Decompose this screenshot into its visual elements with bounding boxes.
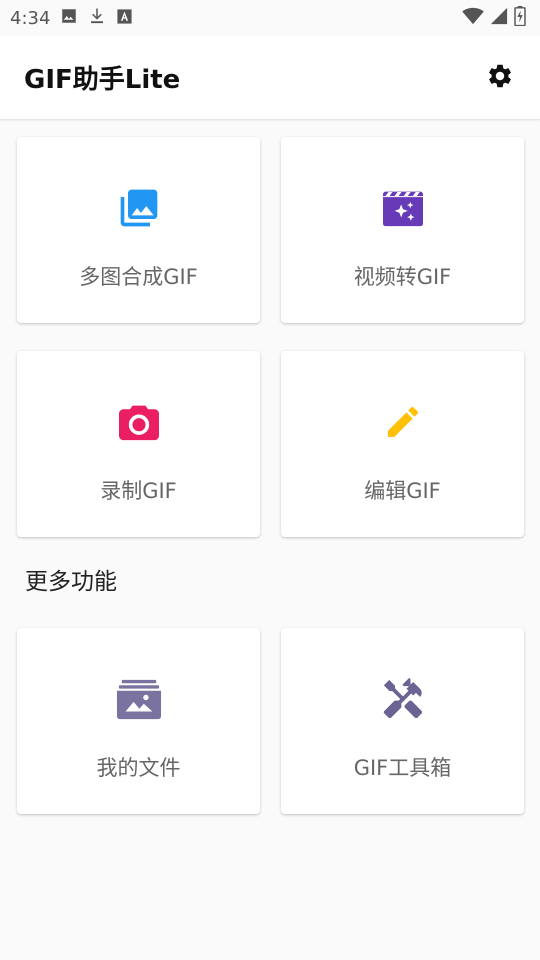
card-label: GIF工具箱 [353,756,452,780]
card-multi-image-gif[interactable]: 多图合成GIF [17,137,260,323]
movie-sparkle-icon [380,185,426,231]
card-label: 我的文件 [96,756,181,780]
section-title-more: 更多功能 [25,569,117,595]
card-label: 录制GIF [100,479,177,503]
card-gif-toolbox[interactable]: GIF工具箱 [281,628,524,814]
card-record-gif[interactable]: 录制GIF [17,351,260,537]
app-bar: GIF助手Lite [0,36,540,120]
image-folder-icon [116,676,162,722]
card-label: 视频转GIF [353,265,452,289]
image-icon [60,7,78,29]
gear-icon [486,62,514,94]
cell-signal-icon [490,7,508,29]
photo-library-icon [116,185,162,231]
settings-button[interactable] [484,62,516,94]
app-title: GIF助手Lite [24,65,181,95]
card-label: 多图合成GIF [79,265,198,289]
card-my-files[interactable]: 我的文件 [17,628,260,814]
pencil-icon [380,399,426,445]
text-box-icon [116,8,133,29]
status-time: 4:34 [10,7,51,29]
status-left: 4:34 [10,6,133,30]
battery-charging-icon [514,6,526,30]
status-right [462,6,526,30]
tools-icon [380,676,426,722]
wifi-icon [462,7,484,29]
card-edit-gif[interactable]: 编辑GIF [281,351,524,537]
card-label: 编辑GIF [364,479,441,503]
card-video-to-gif[interactable]: 视频转GIF [281,137,524,323]
camera-icon [116,399,162,445]
download-icon [88,6,106,30]
status-bar: 4:34 [0,0,540,36]
